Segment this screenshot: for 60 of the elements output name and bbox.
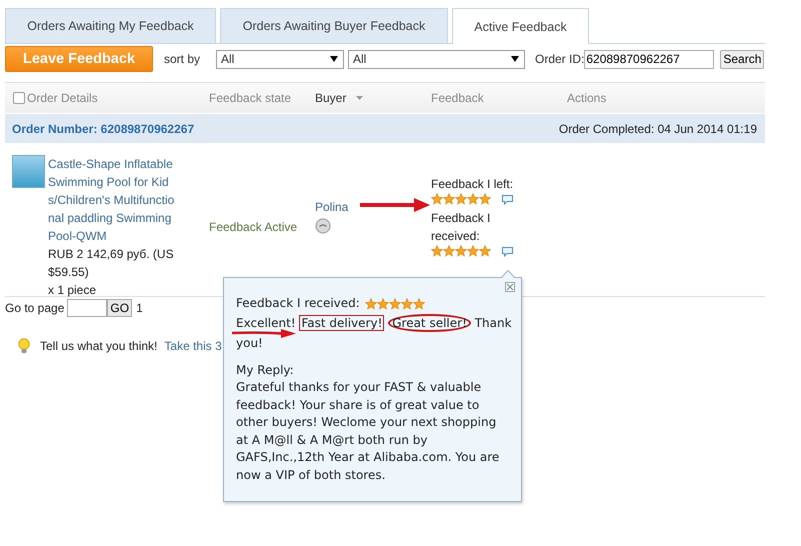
go-button[interactable]: GO bbox=[107, 299, 132, 317]
tab[interactable]: Orders Awaiting Buyer Feedback bbox=[220, 8, 448, 43]
sort-dropdown[interactable]: All bbox=[216, 50, 344, 68]
sort-label: sort by bbox=[164, 52, 202, 66]
column-header: Feedback bbox=[431, 91, 484, 105]
close-icon[interactable] bbox=[505, 282, 515, 292]
feedback-prompt: Tell us what you think! bbox=[40, 339, 158, 353]
round-badge-icon bbox=[315, 218, 331, 234]
tab[interactable]: Orders Awaiting My Feedback bbox=[5, 8, 216, 43]
feedback-label: Feedback I left: bbox=[431, 176, 514, 193]
speech-bubble-icon[interactable] bbox=[501, 194, 514, 204]
column-header[interactable]: Buyer bbox=[315, 91, 346, 105]
order-completed-date: Order Completed: 04 Jun 2014 01:19 bbox=[558, 122, 757, 136]
product-photo-placeholder[interactable] bbox=[12, 155, 45, 188]
reply-text: Grateful thanks for your FAST & valuable feedback! Your share is of great value to other buyers! Weclome your next shopping at A M@ll & A M@rt both run by GAFS,Inc.,12th Year at Alibaba.com. You are now a VIP of both stores. bbox=[236, 379, 500, 484]
star-icon bbox=[364, 298, 377, 310]
buyer-name-link[interactable]: Polina bbox=[315, 200, 348, 214]
star-icon bbox=[400, 298, 413, 310]
column-header: Order Details bbox=[27, 91, 98, 105]
order-number[interactable]: Order Number: 62089870962267 bbox=[12, 122, 194, 136]
star-icon bbox=[467, 245, 479, 257]
lightbulb-icon bbox=[18, 338, 30, 354]
star-icon bbox=[479, 193, 491, 205]
star-icon bbox=[467, 193, 479, 205]
arrow bbox=[232, 329, 296, 338]
feedback-state: Feedback Active bbox=[209, 220, 298, 234]
current-page-number: 1 bbox=[136, 301, 143, 315]
search-button[interactable]: Search bbox=[720, 50, 764, 68]
tab[interactable]: Active Feedback bbox=[452, 8, 589, 44]
dropdown-caret-icon bbox=[511, 56, 519, 62]
star-icon bbox=[455, 193, 467, 205]
order-id-label: Order ID: bbox=[535, 52, 584, 66]
reply-label: My Reply: bbox=[236, 362, 295, 378]
column-header: Feedback state bbox=[209, 91, 292, 105]
feedback-label: Feedback I received: bbox=[431, 210, 492, 245]
star-icon bbox=[479, 245, 491, 257]
review-text: Excellent! Fast delivery! Great seller! Thank you! bbox=[236, 312, 513, 352]
column-header: Actions bbox=[567, 91, 606, 105]
product-quantity: x 1 piece bbox=[48, 282, 98, 299]
product-price: RUB 2 142,69 руб. (US $59.55) bbox=[48, 246, 175, 281]
select-all-checkbox[interactable] bbox=[13, 92, 25, 104]
order-id-field[interactable]: 62089870962267 bbox=[584, 50, 714, 68]
sort-dropdown[interactable]: All bbox=[348, 50, 525, 68]
star-icon bbox=[443, 245, 455, 257]
survey-link[interactable]: Take this 3 bbox=[164, 339, 222, 353]
page-number-field[interactable] bbox=[67, 299, 108, 317]
star-icon bbox=[388, 298, 401, 310]
speech-bubble-icon[interactable] bbox=[501, 246, 514, 256]
star-icon bbox=[376, 298, 389, 310]
go-to-page-label: Go to page bbox=[5, 301, 64, 315]
popup-heading: Feedback I received: bbox=[236, 295, 360, 312]
star-icon bbox=[412, 298, 425, 310]
sort-caret-icon bbox=[356, 96, 364, 100]
product-title-link[interactable]: Castle-Shape Inflatable Swimming Pool for Kids/Children's Multifunctional paddling Swimming Pool-QWM bbox=[48, 155, 177, 245]
dropdown-caret-icon bbox=[330, 56, 338, 62]
star-icon bbox=[431, 245, 443, 257]
arrow bbox=[360, 198, 430, 212]
star-icon bbox=[443, 193, 455, 205]
star-icon bbox=[431, 193, 443, 205]
star-icon bbox=[455, 245, 467, 257]
